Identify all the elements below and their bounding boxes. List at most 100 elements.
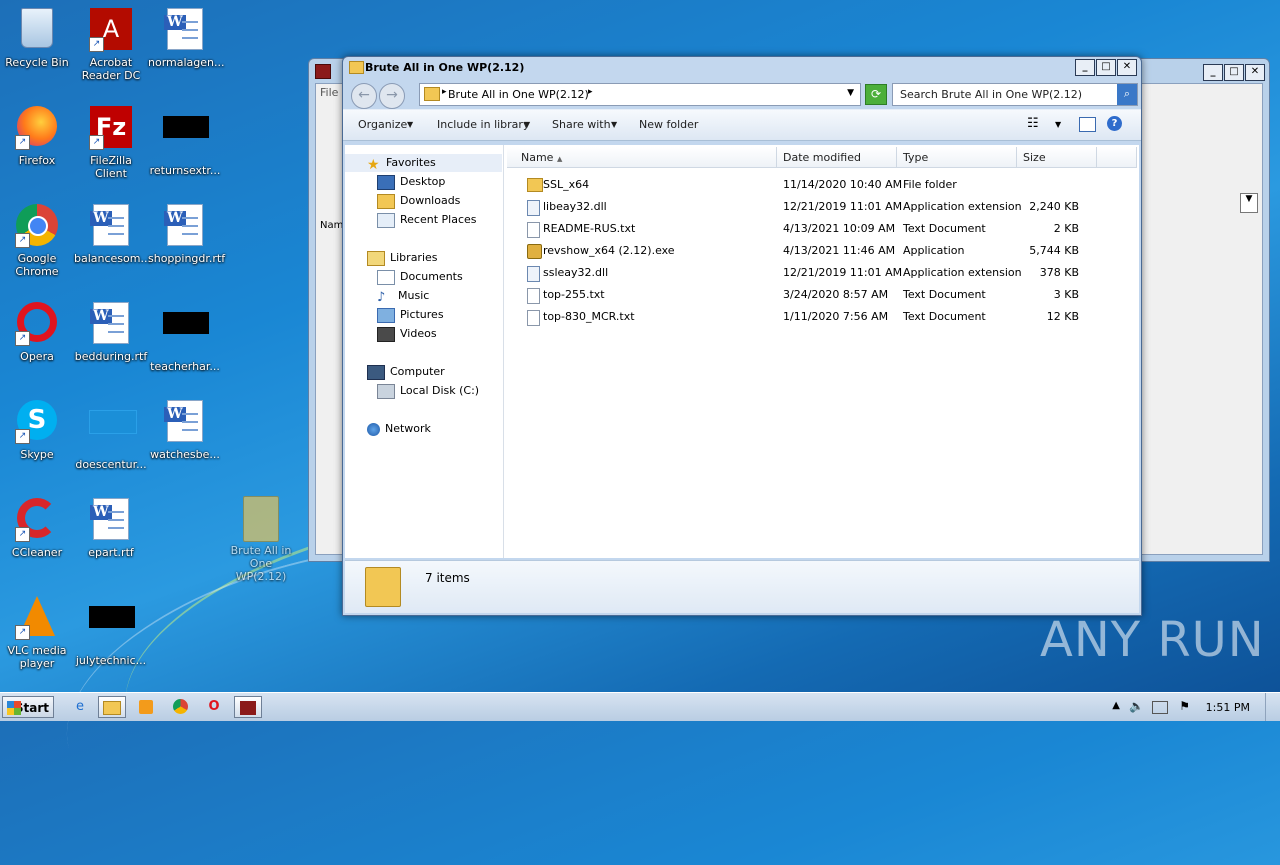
column-size[interactable]: Size <box>1017 147 1097 168</box>
desktop-icon-brute-folder[interactable]: Brute All in One WP(2.12) <box>224 496 298 583</box>
desktop-icon-returnsextr[interactable]: returnsextr... <box>148 106 222 177</box>
desktop-icon-shoppingdr[interactable]: W shoppingdr.rtf <box>148 204 225 265</box>
network-tray-icon[interactable] <box>1152 701 1168 714</box>
desktop-icon-julytechnic[interactable]: julytechnic... <box>74 596 148 667</box>
title-bar[interactable]: Brute All in One WP(2.12) _ □ ✕ <box>343 57 1141 79</box>
desktop-icon-teacherhar[interactable]: teacherhar... <box>148 302 222 373</box>
back-dropdown-arrow[interactable]: ▼ <box>1240 193 1258 213</box>
opera-taskbar-icon[interactable]: O <box>200 696 228 718</box>
disk-icon <box>377 383 395 399</box>
nav-computer[interactable]: Computer <box>367 364 445 380</box>
desktop-icon-skype[interactable]: S ↗ Skype <box>0 400 74 461</box>
desktop-icon-watchesbe[interactable]: W watchesbe... <box>148 400 222 461</box>
maximize-button[interactable]: □ <box>1096 59 1116 76</box>
chevron-right-icon[interactable]: ▸ <box>588 87 593 97</box>
column-type[interactable]: Type <box>897 147 1017 168</box>
nav-music[interactable]: ♪ Music <box>377 288 429 305</box>
file-row[interactable]: libeay32.dll 12/21/2019 11:01 AM Applicati… <box>507 197 1127 217</box>
desktop-icon-opera[interactable]: ↗ Opera <box>0 302 74 363</box>
nav-local-disk[interactable]: Local Disk (C:) <box>377 383 479 399</box>
file-row[interactable]: README-RUS.txt 4/13/2021 10:09 AM Text Doc… <box>507 219 1127 239</box>
desktop-icon-vlc[interactable]: ↗ VLC media player <box>0 596 74 670</box>
file-type: Text Document <box>903 222 986 235</box>
nav-desktop[interactable]: Desktop <box>377 174 445 190</box>
desktop-icon-recycle-bin[interactable]: Recycle Bin <box>0 8 74 69</box>
back-window-controls[interactable]: _ □ ✕ <box>1202 64 1265 81</box>
preview-pane-icon[interactable] <box>1079 117 1096 132</box>
chrome-taskbar-icon[interactable] <box>166 696 194 718</box>
show-desktop-button[interactable] <box>1265 693 1280 721</box>
ie-taskbar-icon[interactable]: e <box>66 696 94 718</box>
chevron-down-icon: ▼ <box>407 120 414 129</box>
desktop-icon-acrobat[interactable]: A ↗ Acrobat Reader DC <box>74 8 148 82</box>
desktop-icon-filezilla[interactable]: Fz ↗ FileZilla Client <box>74 106 148 180</box>
flag-icon[interactable]: ⚑ <box>1179 699 1190 713</box>
nav-downloads[interactable]: Downloads <box>377 193 460 209</box>
nav-network[interactable]: Network <box>367 421 431 437</box>
search-input[interactable]: Search Brute All in One WP(2.12) <box>900 88 1082 101</box>
desktop-icon-normalagen[interactable]: W normalagen... <box>148 8 225 69</box>
close-button[interactable]: ✕ <box>1245 64 1265 81</box>
desktop-icon-balancesom[interactable]: W balancesom... <box>74 204 151 265</box>
maximize-button[interactable]: □ <box>1224 64 1244 81</box>
nav-videos[interactable]: Videos <box>377 326 437 342</box>
address-row: ← → ▸ Brute All in One WP(2.12) ▸ ▼ ⟳ Se… <box>343 79 1141 109</box>
column-date-modified[interactable]: Date modified <box>777 147 897 168</box>
text-file-icon <box>527 288 540 304</box>
nav-pictures[interactable]: Pictures <box>377 307 444 323</box>
window-controls[interactable]: _ □ ✕ <box>1074 59 1137 76</box>
volume-icon[interactable]: 🔈 <box>1129 699 1144 713</box>
view-options-icon[interactable]: ☷ <box>1027 116 1039 131</box>
desktop-icon-bedduring[interactable]: W bedduring.rtf <box>74 302 148 363</box>
file-row[interactable]: top-830_MCR.txt 1/11/2020 7:56 AM Text Doc… <box>507 307 1127 327</box>
forward-button[interactable]: → <box>379 83 405 109</box>
media-player-taskbar-icon[interactable] <box>132 696 160 718</box>
minimize-button[interactable]: _ <box>1203 64 1223 81</box>
desktop-icon-doescentur[interactable]: doescentur... <box>74 400 148 471</box>
file-row[interactable]: SSL_x64 11/14/2020 10:40 AM File folder <box>507 175 1127 195</box>
address-breadcrumb[interactable]: Brute All in One WP(2.12) <box>448 88 589 101</box>
back-menu-file[interactable]: File <box>320 86 338 99</box>
search-box[interactable]: Search Brute All in One WP(2.12) ⌕ <box>892 83 1138 106</box>
downloads-icon <box>377 193 395 209</box>
file-type: Text Document <box>903 288 986 301</box>
back-button[interactable]: ← <box>351 83 377 109</box>
winrar-icon <box>315 64 331 79</box>
nav-documents[interactable]: Documents <box>377 269 463 285</box>
explorer-window[interactable]: Brute All in One WP(2.12) _ □ ✕ ← → ▸ Br… <box>342 56 1142 616</box>
file-row[interactable]: ssleay32.dll 12/21/2019 11:01 AM Applicati… <box>507 263 1127 283</box>
nav-libraries[interactable]: Libraries <box>367 250 438 266</box>
nav-recent-places[interactable]: Recent Places <box>377 212 477 228</box>
minimize-button[interactable]: _ <box>1075 59 1095 76</box>
search-icon[interactable]: ⌕ <box>1117 84 1137 105</box>
file-size: 5,744 KB <box>1029 244 1079 257</box>
include-in-library-button[interactable]: Include in library <box>437 118 529 131</box>
file-name: top-255.txt <box>543 288 605 301</box>
skype-icon: S ↗ <box>15 400 59 444</box>
refresh-button[interactable]: ⟳ <box>865 84 887 105</box>
desktop-icon-ccleaner[interactable]: ↗ CCleaner <box>0 498 74 559</box>
chevron-up-icon[interactable]: ▲ <box>1112 700 1120 711</box>
desktop-icon-firefox[interactable]: ↗ Firefox <box>0 106 74 167</box>
chevron-down-icon[interactable]: ▼ <box>1055 120 1061 129</box>
file-row[interactable]: revshow_x64 (2.12).exe 4/13/2021 11:46 AM… <box>507 241 1127 261</box>
column-name[interactable]: Name ▲ <box>507 147 777 168</box>
pictures-icon <box>377 307 395 323</box>
chevron-down-icon[interactable]: ▼ <box>847 88 854 98</box>
new-folder-button[interactable]: New folder <box>639 118 698 131</box>
desktop-icon-chrome[interactable]: ↗ Google Chrome <box>0 204 74 278</box>
help-icon[interactable]: ? <box>1107 116 1122 131</box>
winrar-taskbar-icon[interactable] <box>234 696 262 718</box>
file-row[interactable]: top-255.txt 3/24/2020 8:57 AM Text Documen… <box>507 285 1127 305</box>
start-button[interactable]: Start <box>2 696 54 718</box>
close-button[interactable]: ✕ <box>1117 59 1137 76</box>
address-bar[interactable]: ▸ Brute All in One WP(2.12) ▸ ▼ <box>419 83 861 106</box>
share-with-button[interactable]: Share with <box>552 118 611 131</box>
organize-button[interactable]: Organize <box>358 118 407 131</box>
explorer-taskbar-icon[interactable] <box>98 696 126 718</box>
desktop-icon-epart[interactable]: W epart.rtf <box>74 498 148 559</box>
nav-favorites[interactable]: ★ Favorites <box>367 155 436 173</box>
folder-icon <box>365 567 401 607</box>
file-date-modified: 11/14/2020 10:40 AM <box>783 178 903 191</box>
clock[interactable]: 1:51 PM <box>1206 701 1250 714</box>
